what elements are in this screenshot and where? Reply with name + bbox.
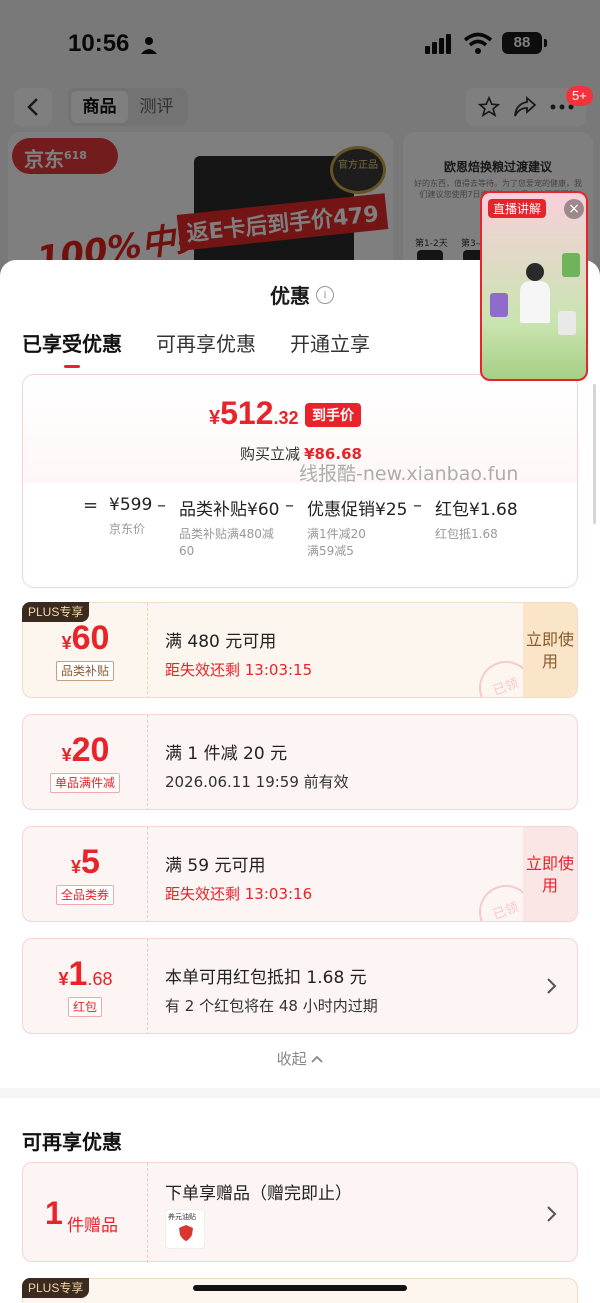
breakdown-item: 品类补贴¥60 品类补贴满480减60 bbox=[179, 500, 280, 558]
coupon-type-tag: 红包 bbox=[67, 997, 103, 1017]
gift-thumbnail: 养元油贴 bbox=[165, 1209, 205, 1249]
price-summary-top: ¥512.32 到手价 购买立减 ¥86.68 线报酷-new.xianbao.f… bbox=[23, 375, 577, 485]
live-host-image bbox=[520, 263, 550, 323]
product-box-image bbox=[490, 293, 508, 317]
watermark-text: 线报酷-new.xianbao.fun bbox=[299, 463, 519, 485]
home-indicator bbox=[193, 1285, 407, 1291]
red-packet-deduction: 本单可用红包抵扣 1.68 元 bbox=[165, 968, 367, 988]
collapse-button[interactable]: 收起 bbox=[0, 1048, 600, 1069]
price-breakdown: = ¥599 京东价 – 品类补贴¥60 品类补贴满480减60 – 优惠促销¥… bbox=[23, 483, 577, 587]
coupon-card[interactable]: ¥5 全品类券 满 59 元可用 距失效还剩 13:03:16 已领 立即使用 bbox=[22, 826, 578, 922]
coupon-type-tag: 品类补贴 bbox=[55, 661, 115, 681]
final-price-tag: 到手价 bbox=[305, 403, 361, 427]
live-explain-label: 直播讲解 bbox=[488, 199, 547, 218]
price-summary-card: ¥512.32 到手价 购买立减 ¥86.68 线报酷-new.xianbao.f… bbox=[22, 374, 578, 588]
gift-title: 下单享赠品（赠完即止） bbox=[165, 1184, 352, 1204]
coupon-card[interactable]: ¥60 品类补贴 满 480 元可用 距失效还剩 13:03:15 已领 立即使… bbox=[22, 602, 578, 698]
final-price: ¥512.32 bbox=[209, 395, 299, 431]
close-icon[interactable]: × bbox=[564, 199, 584, 219]
coupon-condition: 满 59 元可用 bbox=[165, 856, 266, 876]
coupon-expiry: 2026.06.11 19:59 前有效 bbox=[165, 773, 349, 791]
discount-sheet: 优惠 i 已享受优惠 可再享优惠 开通立享 ¥512.32 到手价 购买立减 ¥8… bbox=[0, 260, 600, 1303]
coupon-type-tag: 全品类券 bbox=[55, 885, 115, 905]
tab-enjoyed-discounts[interactable]: 已享受优惠 bbox=[22, 328, 122, 368]
plus-exclusive-badge: PLUS专享 bbox=[22, 1278, 90, 1298]
gift-count: 1 件赠品 bbox=[23, 1163, 148, 1263]
discount-tabs: 已享受优惠 可再享优惠 开通立享 bbox=[22, 328, 370, 368]
gift-shield-icon bbox=[179, 1225, 193, 1241]
coupon-condition: 满 480 元可用 bbox=[165, 632, 277, 652]
coupon-value: ¥5 全品类券 bbox=[23, 827, 148, 921]
chevron-right-icon bbox=[547, 978, 557, 994]
chevron-right-icon bbox=[547, 1206, 557, 1222]
breakdown-operator: – bbox=[285, 495, 294, 516]
scrollbar[interactable] bbox=[593, 384, 596, 524]
info-icon[interactable]: i bbox=[316, 286, 334, 304]
breakdown-item: ¥599 京东价 bbox=[109, 495, 153, 536]
breakdown-item: 红包¥1.68 红包抵1.68 bbox=[435, 500, 518, 541]
tab-more-discounts[interactable]: 可再享优惠 bbox=[156, 328, 256, 358]
breakdown-operator: = bbox=[83, 495, 99, 516]
use-now-button[interactable]: 立即使用 bbox=[523, 603, 577, 697]
use-now-button[interactable]: 立即使用 bbox=[523, 827, 577, 921]
more-discounts-title: 可再享优惠 bbox=[22, 1130, 122, 1154]
chevron-up-icon bbox=[311, 1055, 324, 1063]
gift-offer-card[interactable]: 1 件赠品 下单享赠品（赠完即止） 养元油贴 bbox=[22, 1162, 578, 1263]
tab-activate-discounts[interactable]: 开通立享 bbox=[290, 328, 370, 358]
coupon-countdown: 距失效还剩 13:03:16 bbox=[165, 885, 313, 903]
coupon-value: ¥20 单品满件减 bbox=[23, 715, 148, 809]
red-packet-card[interactable]: ¥1.68 红包 本单可用红包抵扣 1.68 元 有 2 个红包将在 48 小时… bbox=[22, 938, 578, 1034]
breakdown-operator: – bbox=[413, 495, 422, 516]
product-box-image bbox=[558, 311, 576, 335]
coupon-type-tag: 单品满件减 bbox=[49, 773, 121, 793]
live-stream-window[interactable]: 直播讲解 × bbox=[480, 191, 588, 381]
coupon-card[interactable]: ¥20 单品满件减 满 1 件减 20 元 2026.06.11 19:59 前… bbox=[22, 714, 578, 810]
coupon-value: ¥1.68 红包 bbox=[23, 939, 148, 1033]
coupon-condition: 满 1 件减 20 元 bbox=[165, 744, 288, 764]
plus-exclusive-badge: PLUS专享 bbox=[22, 602, 90, 622]
breakdown-operator: – bbox=[157, 495, 166, 516]
red-packet-expiry-note: 有 2 个红包将在 48 小时内过期 bbox=[165, 997, 378, 1015]
product-box-image bbox=[562, 253, 580, 277]
message-count-badge: 5+ bbox=[566, 86, 593, 106]
section-divider bbox=[0, 1088, 600, 1098]
breakdown-item: 优惠促销¥25 满1件减20 满59减5 bbox=[307, 500, 408, 558]
coupon-countdown: 距失效还剩 13:03:15 bbox=[165, 661, 313, 679]
